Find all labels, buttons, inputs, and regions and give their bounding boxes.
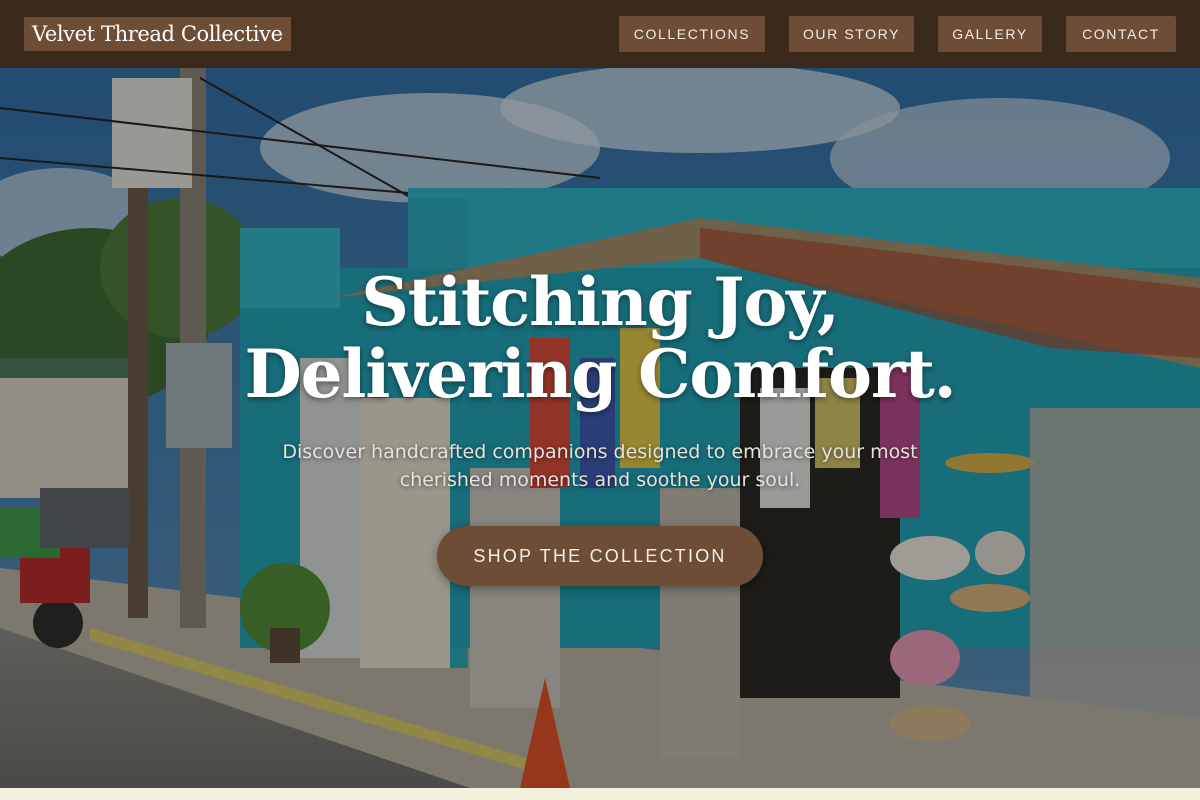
hero-section: Stitching Joy, Delivering Comfort. Disco…: [0, 68, 1200, 788]
hero-overlay: [0, 68, 1200, 788]
nav-gallery-button[interactable]: GALLERY: [938, 16, 1042, 52]
hero-subtitle: Discover handcrafted companions designed…: [282, 441, 918, 491]
site-header: Velvet Thread Collective COLLECTIONS OUR…: [0, 0, 1200, 68]
nav-contact-button[interactable]: CONTACT: [1066, 16, 1176, 52]
nav-our-story-button[interactable]: OUR STORY: [789, 16, 914, 52]
shop-collection-button[interactable]: SHOP THE COLLECTION: [437, 526, 763, 586]
hero-title: Stitching Joy, Delivering Comfort.: [244, 263, 957, 413]
nav-collections-button[interactable]: COLLECTIONS: [619, 16, 765, 52]
page-bottom-strip: [0, 788, 1200, 800]
brand-logo[interactable]: Velvet Thread Collective: [24, 17, 291, 51]
